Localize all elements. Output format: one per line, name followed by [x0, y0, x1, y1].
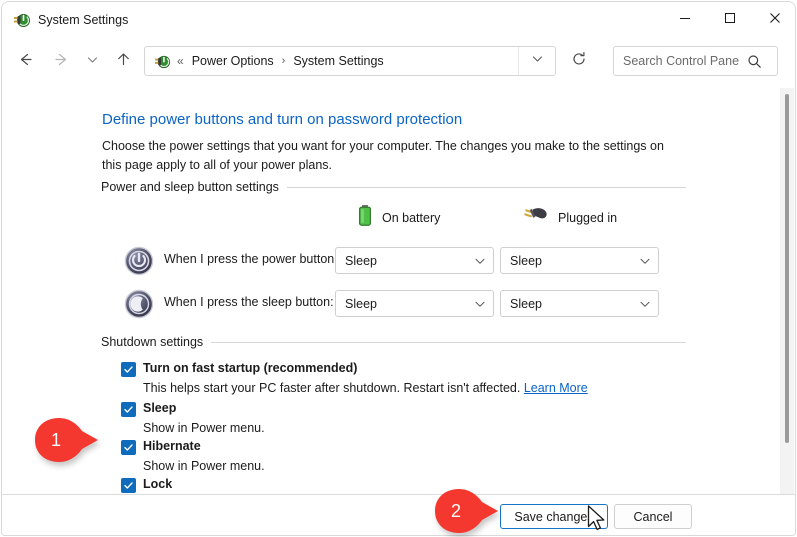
setting-label: When I press the sleep button: — [164, 295, 334, 309]
window-title: System Settings — [38, 13, 129, 27]
power-plug-icon — [154, 53, 171, 70]
arrow-left-icon — [17, 51, 34, 73]
combo-power-button-plugged-in[interactable]: Sleep — [500, 247, 659, 274]
up-button[interactable] — [108, 47, 138, 77]
combo-value: Sleep — [345, 253, 377, 268]
breadcrumb-system-settings[interactable]: System Settings — [293, 54, 383, 68]
combo-value: Sleep — [510, 253, 542, 268]
minimize-icon — [679, 11, 691, 29]
power-plug-icon — [521, 205, 549, 232]
chevron-down-icon — [531, 52, 544, 70]
page-description: Choose the power settings that you want … — [102, 139, 664, 172]
refresh-button[interactable] — [564, 46, 594, 76]
group-label: Power and sleep button settings — [101, 180, 279, 194]
navigation-bar: « Power Options › System Settings — [2, 39, 795, 87]
scrollbar-thumb[interactable] — [785, 94, 789, 443]
chevron-down-icon — [632, 255, 658, 267]
column-header-plugged-in: Plugged in — [521, 206, 617, 230]
group-divider — [286, 186, 686, 188]
refresh-icon — [571, 51, 587, 72]
group-divider — [211, 341, 686, 343]
checkbox-sleep[interactable] — [121, 402, 136, 417]
description-text: This helps start your PC faster after sh… — [143, 381, 521, 395]
sleep-moon-icon — [124, 289, 154, 319]
chevron-down-icon — [467, 255, 493, 267]
power-button-icon — [124, 246, 154, 276]
arrow-right-icon — [53, 51, 70, 73]
column-label: Plugged in — [558, 211, 618, 225]
search-icon[interactable] — [739, 54, 769, 69]
checkbox-label-sleep: Sleep — [143, 401, 177, 415]
combo-value: Sleep — [510, 296, 542, 311]
annotation-callout-2: 2 — [430, 488, 500, 534]
caption-button-group — [662, 2, 795, 38]
checkmark-icon — [124, 406, 133, 413]
combo-sleep-button-on-battery[interactable]: Sleep — [335, 290, 494, 317]
checkbox-lock[interactable] — [121, 478, 136, 493]
back-button[interactable] — [10, 47, 40, 77]
checkbox-fast-startup[interactable] — [121, 362, 136, 377]
maximize-icon — [724, 11, 736, 29]
cancel-button[interactable]: Cancel — [614, 504, 692, 529]
title-bar: System Settings — [2, 2, 795, 39]
forward-button[interactable] — [46, 47, 76, 77]
chevron-down-icon — [632, 298, 658, 310]
checkmark-icon — [124, 482, 133, 489]
checkbox-label-lock: Lock — [143, 477, 173, 491]
chevron-down-icon — [467, 298, 493, 310]
combo-value: Sleep — [345, 296, 377, 311]
group-label: Shutdown settings — [101, 335, 204, 349]
group-header-power-sleep: Power and sleep button settings — [101, 180, 686, 194]
chevron-down-icon — [86, 53, 99, 71]
arrow-up-icon — [115, 51, 132, 73]
close-button[interactable] — [752, 2, 795, 38]
minimize-button[interactable] — [662, 2, 707, 38]
close-icon — [769, 11, 781, 29]
vertical-scrollbar[interactable] — [780, 88, 794, 494]
checkbox-description-fast-startup: This helps start your PC faster after sh… — [143, 381, 588, 395]
breadcrumb-separator-icon: › — [281, 55, 286, 67]
checkbox-description-hibernate: Show in Power menu. — [143, 459, 265, 473]
combo-sleep-button-plugged-in[interactable]: Sleep — [500, 290, 659, 317]
column-header-on-battery: On battery — [357, 204, 441, 233]
screenshot-root: System Settings « Power Options › System… — [0, 0, 797, 537]
setting-label: When I press the power button: — [164, 252, 338, 266]
breadcrumb-power-options[interactable]: Power Options — [192, 54, 274, 68]
recent-locations-button[interactable] — [77, 47, 107, 77]
checkmark-icon — [124, 366, 133, 373]
system-settings-window: System Settings « Power Options › System… — [1, 1, 796, 536]
annotation-number-2: 2 — [450, 500, 461, 521]
address-bar[interactable]: « Power Options › System Settings — [144, 46, 556, 76]
settings-content: Define power buttons and turn on passwor… — [2, 88, 795, 494]
page-title: Define power buttons and turn on passwor… — [102, 111, 463, 128]
maximize-button[interactable] — [707, 2, 752, 38]
power-plug-icon — [13, 11, 31, 29]
search-box[interactable] — [613, 46, 778, 76]
checkbox-hibernate[interactable] — [121, 440, 136, 455]
checkbox-description-sleep: Show in Power menu. — [143, 421, 265, 435]
address-dropdown-button[interactable] — [518, 47, 555, 75]
search-input[interactable] — [623, 54, 739, 68]
annotation-number-1: 1 — [50, 429, 61, 450]
annotation-callout-1: 1 — [30, 417, 100, 463]
save-changes-button[interactable]: Save changes — [500, 504, 608, 529]
checkmark-icon — [124, 444, 133, 451]
combo-power-button-on-battery[interactable]: Sleep — [335, 247, 494, 274]
column-label: On battery — [382, 211, 441, 225]
footer-bar: Save changes Cancel — [2, 495, 795, 535]
battery-icon — [357, 204, 373, 233]
breadcrumb-overflow[interactable]: « — [177, 55, 184, 67]
group-header-shutdown: Shutdown settings — [101, 335, 686, 349]
checkbox-label-hibernate: Hibernate — [143, 439, 201, 453]
learn-more-link[interactable]: Learn More — [524, 381, 588, 395]
checkbox-label-fast-startup: Turn on fast startup (recommended) — [143, 361, 358, 375]
